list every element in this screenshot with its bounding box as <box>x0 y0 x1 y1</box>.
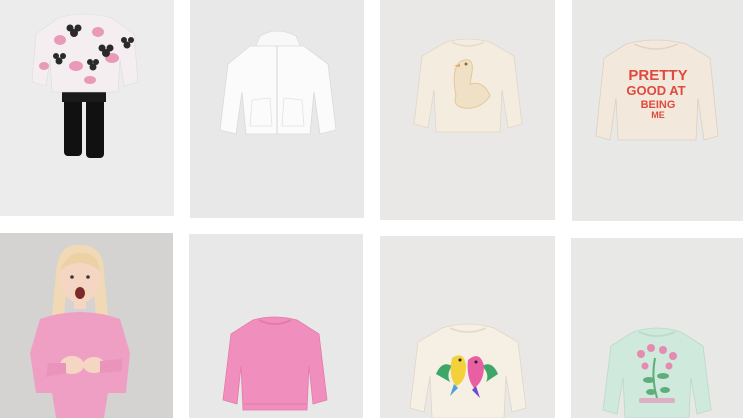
product-tile-minnie-set[interactable] <box>0 0 174 216</box>
product-image-mint-floral-sweatshirt <box>571 238 743 418</box>
product-image-swan-sweatshirt <box>380 0 555 220</box>
product-tile-slogan-sweatshirt[interactable]: PRETTY GOOD AT BEING ME <box>572 0 743 221</box>
product-image-pink-sweatshirt <box>189 234 363 418</box>
product-image-parrot-sweatshirt <box>380 236 555 418</box>
product-tile-parrot-sweatshirt[interactable] <box>380 236 555 418</box>
product-tile-pink-sweatshirt[interactable] <box>189 234 363 418</box>
product-tile-swan-sweatshirt[interactable] <box>380 0 555 220</box>
product-tile-white-hoodie[interactable] <box>190 0 364 218</box>
product-tile-mint-floral-sweatshirt[interactable] <box>571 238 743 418</box>
slogan-line-1: PRETTY <box>628 67 687 84</box>
slogan-line-4: ME <box>651 110 665 120</box>
product-tile-girl-pink-sweatshirt[interactable] <box>0 233 173 418</box>
product-image-minnie-set <box>0 0 174 216</box>
product-image-girl-pink-sweatshirt <box>0 233 173 418</box>
slogan-line-2: GOOD AT <box>626 83 685 98</box>
product-image-white-hoodie <box>190 0 364 218</box>
product-image-slogan-sweatshirt: PRETTY GOOD AT BEING ME <box>572 0 743 221</box>
